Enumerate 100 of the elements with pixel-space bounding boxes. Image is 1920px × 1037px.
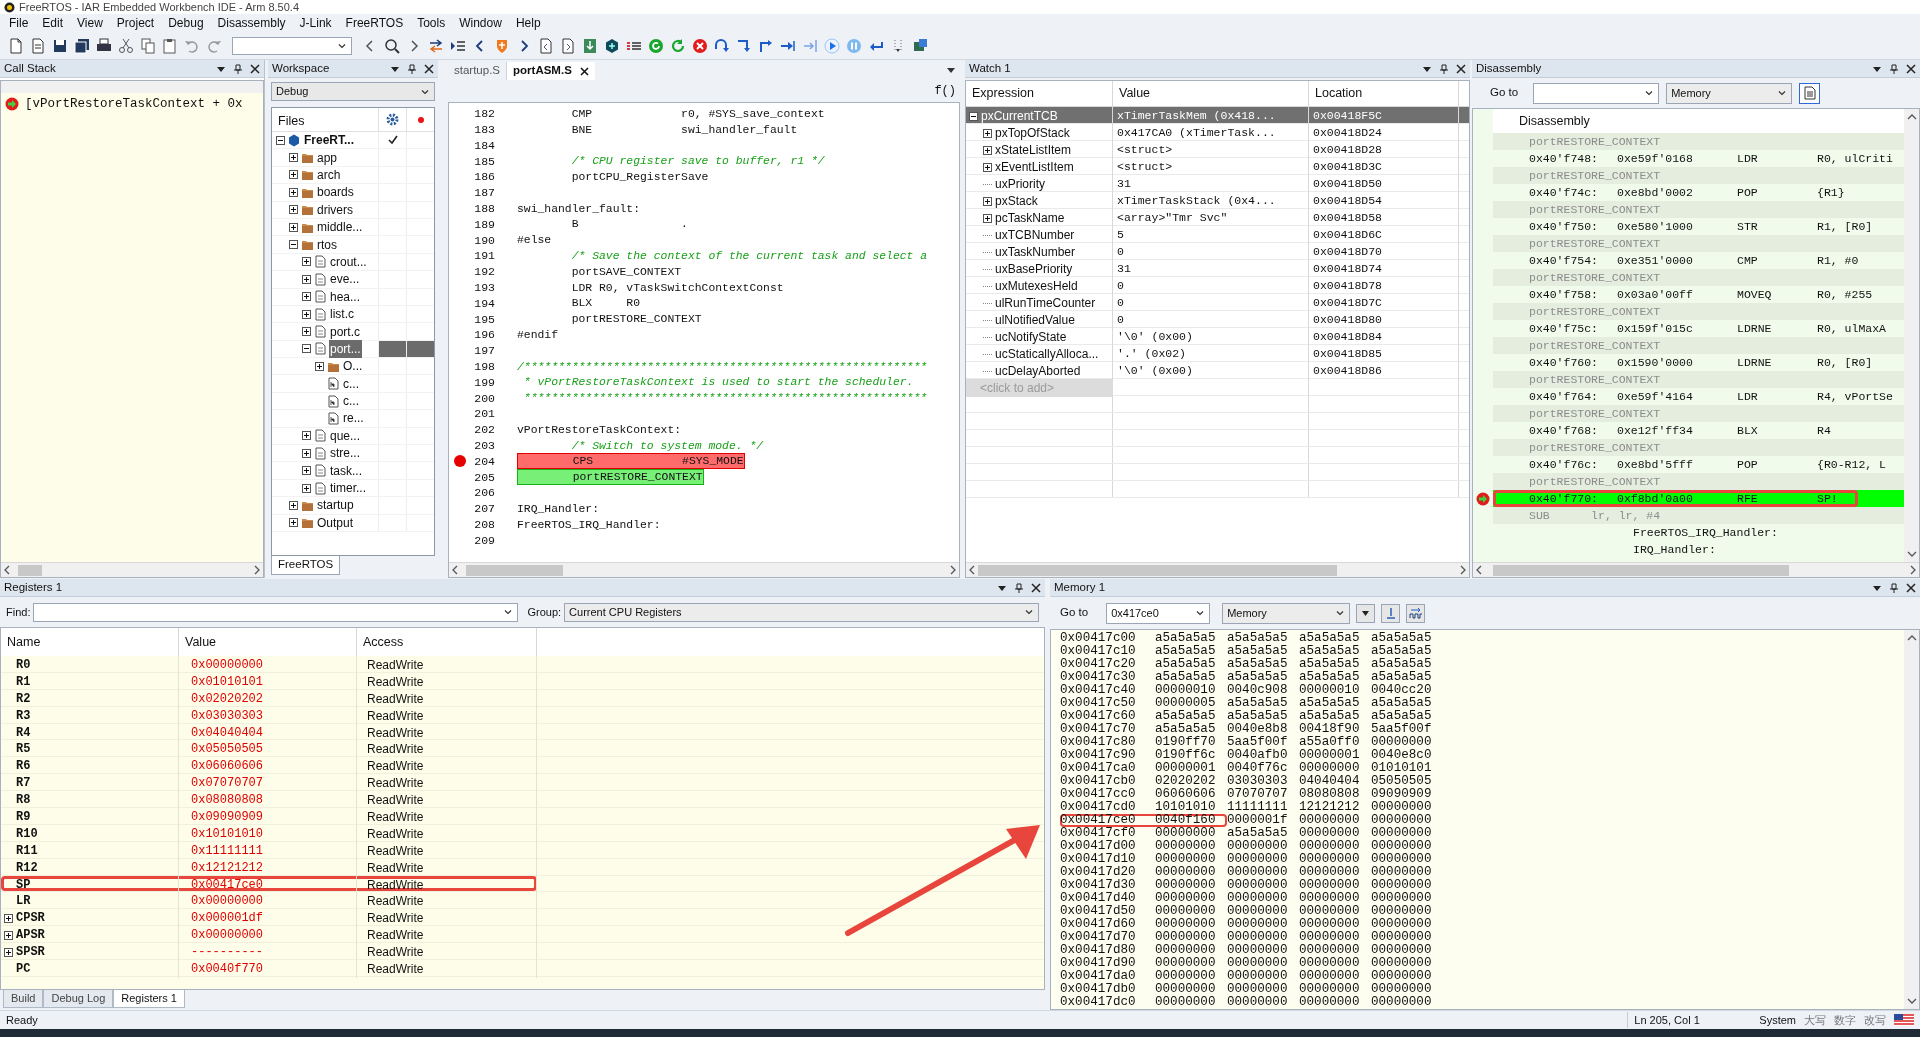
tree-item[interactable]: re... <box>342 409 365 428</box>
file-tab[interactable]: portASM.S <box>507 62 595 80</box>
options-button[interactable] <box>1356 603 1376 623</box>
expand-toggle[interactable] <box>302 483 311 493</box>
scrollbar[interactable] <box>1473 562 1919 577</box>
expand-toggle[interactable] <box>289 170 298 180</box>
watch-row[interactable]: xStateListItem <struct> 0x00418D28 <box>966 141 1469 158</box>
menu-item[interactable]: Help <box>508 14 548 32</box>
menu-item[interactable]: FreeRTOS <box>338 14 411 32</box>
tree-item[interactable]: task... <box>329 461 363 480</box>
tree-item[interactable]: stre... <box>329 444 361 463</box>
tab-list-icon[interactable] <box>946 65 956 75</box>
save-icon[interactable] <box>52 37 68 54</box>
open-file-icon[interactable] <box>30 37 46 54</box>
restart-icon[interactable] <box>670 37 686 54</box>
expand-toggle[interactable] <box>983 213 992 223</box>
expand-toggle[interactable] <box>302 292 311 302</box>
expand-toggle[interactable] <box>289 153 298 163</box>
group-dropdown[interactable]: Current CPU Registers <box>564 602 1039 622</box>
watch-row[interactable]: uxBasePriority 31 0x00418D74 <box>966 260 1469 277</box>
find-field[interactable] <box>33 602 519 622</box>
copy-icon[interactable] <box>140 37 156 54</box>
scroll-thumb[interactable] <box>17 564 42 576</box>
tree-item[interactable]: timer... <box>329 479 367 497</box>
go-icon[interactable] <box>824 37 840 54</box>
close-icon[interactable] <box>579 66 589 76</box>
watch-row[interactable]: ulNotifiedValue 0 0x00418D80 <box>966 311 1469 328</box>
watch-row[interactable]: pcTaskName <array>"Tmr Svc" 0x00418D58 <box>966 209 1469 226</box>
scroll-thumb[interactable] <box>978 564 1338 576</box>
tree-item[interactable]: c... <box>342 392 360 411</box>
expand-toggle[interactable] <box>302 431 311 441</box>
watch-row[interactable]: uxMutexesHeld 0 0x00418D78 <box>966 277 1469 294</box>
register-value[interactable]: 0x00000000 <box>191 656 263 674</box>
column-header[interactable]: Location <box>1315 84 1363 103</box>
expand-toggle[interactable] <box>983 145 992 155</box>
column-header[interactable]: Name <box>7 632 41 652</box>
expand-toggle[interactable] <box>4 913 13 923</box>
watch-row[interactable]: ucStaticallyAlloca... '.' (0x02) 0x00418D85 <box>966 345 1469 362</box>
register-value[interactable]: 0x03030303 <box>191 706 263 725</box>
chart-button[interactable] <box>1406 603 1426 623</box>
register-value[interactable]: 0x04040404 <box>191 723 263 742</box>
register-value[interactable]: 0x01010101 <box>191 672 263 691</box>
expand-toggle[interactable] <box>289 187 298 197</box>
watch-row[interactable]: uxTaskNumber 0 0x00418D70 <box>966 243 1469 260</box>
menu-item[interactable]: Edit <box>35 14 71 32</box>
download-icon[interactable] <box>582 37 598 54</box>
register-value[interactable]: 0x0040f770 <box>191 960 263 979</box>
scrollbar[interactable] <box>449 562 959 577</box>
scrollbar[interactable] <box>1 562 263 577</box>
zone-dropdown[interactable]: Memory <box>1222 602 1351 624</box>
chip-icon[interactable] <box>912 37 928 54</box>
stop-icon[interactable] <box>692 37 708 54</box>
save-all-icon[interactable] <box>74 37 90 54</box>
register-value[interactable]: 0x11111111 <box>191 841 263 860</box>
collapse-toggle[interactable] <box>289 240 298 250</box>
search-icon[interactable] <box>384 37 400 54</box>
tree-item[interactable]: port.c <box>329 322 361 341</box>
tree-item[interactable]: O... <box>342 357 364 376</box>
goto-field[interactable]: 0x417ce0 <box>1106 602 1211 624</box>
register-value[interactable]: 0x08080808 <box>191 791 263 810</box>
tree-item[interactable]: rtos <box>316 235 338 254</box>
tree-item[interactable]: crout... <box>329 252 368 271</box>
close-icon[interactable] <box>1906 63 1916 74</box>
swap-arrows-icon[interactable] <box>428 37 444 54</box>
step-button[interactable] <box>1381 603 1401 623</box>
scrollbar[interactable] <box>966 562 1469 577</box>
register-value[interactable]: 0x06060606 <box>191 757 263 776</box>
function-button[interactable]: f() <box>934 82 956 100</box>
watch-row[interactable]: ucNotifyState '\0' (0x00) 0x00418D84 <box>966 328 1469 345</box>
expand-toggle[interactable] <box>289 222 298 232</box>
expand-toggle[interactable] <box>289 518 298 528</box>
tree-item[interactable]: eve... <box>329 270 361 289</box>
scrollbar[interactable] <box>1904 630 1919 1009</box>
step-out-icon[interactable] <box>758 37 774 54</box>
scroll-thumb[interactable] <box>1493 564 1789 576</box>
column-header[interactable]: Expression <box>972 84 1034 103</box>
new-file-icon[interactable] <box>8 37 24 54</box>
tree-item[interactable]: list.c <box>329 305 355 324</box>
close-icon[interactable] <box>424 63 434 74</box>
expand-toggle[interactable] <box>289 205 298 215</box>
close-icon[interactable] <box>250 63 260 74</box>
watch-row[interactable]: pxTopOfStack 0x417CA0 (xTimerTask... 0x00418D24 <box>966 124 1469 141</box>
goto-field[interactable] <box>1533 82 1660 104</box>
page-forward-icon[interactable] <box>560 37 576 54</box>
cut-icon[interactable] <box>118 37 134 54</box>
tree-item[interactable]: que... <box>329 426 362 445</box>
close-icon[interactable] <box>1031 582 1041 593</box>
register-value[interactable]: 0x07070707 <box>191 774 263 793</box>
combo-field[interactable] <box>232 36 352 55</box>
close-icon[interactable] <box>1456 63 1466 74</box>
column-header[interactable]: Value <box>1119 84 1151 103</box>
expand-toggle[interactable] <box>315 361 324 371</box>
tree-item[interactable]: c... <box>342 374 360 393</box>
scroll-thumb[interactable] <box>465 564 564 576</box>
watch-row[interactable]: uxTCBNumber 5 0x00418D6C <box>966 226 1469 243</box>
pin-icon[interactable] <box>1889 582 1899 593</box>
scrollbar[interactable] <box>1904 109 1919 562</box>
tree-item[interactable]: middle... <box>316 218 364 237</box>
tab[interactable]: Registers 1 <box>113 990 185 1008</box>
reset-icon[interactable] <box>648 37 664 54</box>
